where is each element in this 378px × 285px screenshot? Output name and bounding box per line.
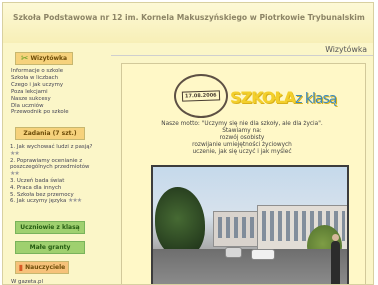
- link-poza-lekcjami[interactable]: Poza lekcjami: [11, 89, 48, 95]
- sidebar-link[interactable]: Informacje o szkole: [11, 68, 69, 75]
- sidebar-link[interactable]: Szkoła w liczbach: [11, 75, 69, 82]
- task-stars: ★★: [10, 149, 20, 157]
- motto-line: uczenie, jak się uczyć i jak myśleć: [192, 149, 292, 155]
- link-informacje[interactable]: Informacje o szkole: [11, 68, 63, 74]
- heading-divider: [111, 55, 373, 56]
- gazeta-link[interactable]: W gazeta.pl: [11, 279, 43, 284]
- task-item[interactable]: 2. Poprawiamy ocenianie z poszczególnych…: [10, 158, 98, 178]
- page-frame: Szkoła Podstawowa nr 12 im. Kornela Maku…: [2, 2, 374, 285]
- content-panel: 17.08.2006 SZKOŁAz klasą Nasze motto: "U…: [121, 63, 366, 284]
- stamp-date: 17.08.2006: [182, 90, 220, 102]
- intro-links: Informacje o szkole Szkoła w liczbach Cz…: [11, 68, 69, 116]
- task-label: 3. Uczeń bada świat: [10, 177, 65, 184]
- link-szkola-w-liczbach[interactable]: Szkoła w liczbach: [11, 75, 58, 81]
- logo-bold: SZKOŁA: [230, 88, 296, 107]
- logo-light: z klasą: [295, 91, 337, 107]
- header: Szkoła Podstawowa nr 12 im. Kornela Maku…: [3, 3, 373, 43]
- granty-label: Małe granty: [29, 244, 71, 251]
- task-label: 4. Praca dla innych: [10, 184, 62, 191]
- car-1: [251, 249, 275, 260]
- task-stars: ★★★: [68, 197, 82, 205]
- task-label: 1. Jak wychować ludzi z pasją?: [10, 144, 93, 150]
- school-photo: [151, 165, 349, 284]
- task-item[interactable]: 6. Jak uczymy języka ★★★: [10, 197, 98, 205]
- link-przewodnik[interactable]: Przewodnik po szkole: [11, 109, 69, 115]
- task-item[interactable]: 4. Praca dla innych: [10, 185, 98, 192]
- link-czego-i-jak-uczymy[interactable]: Czego i jak uczymy: [11, 82, 63, 88]
- motto-line: rozwój osobisty: [219, 135, 265, 141]
- task-label: 2. Poprawiamy ocenianie z poszczególnych…: [10, 157, 90, 171]
- book-icon: ▮: [18, 263, 24, 272]
- sidebar: ✂ Wizytówka Informacje o szkole Szkoła w…: [3, 47, 103, 284]
- page-heading: Wizytówka: [325, 45, 367, 54]
- motto-line: rozwijanie umiejętności życiowych: [192, 142, 292, 148]
- zadania-section[interactable]: Zadania (7 szt.): [15, 127, 85, 140]
- building-left: [213, 211, 260, 247]
- uczniowie-section[interactable]: Uczniowie z klasą: [15, 221, 85, 234]
- scissors-icon: ✂: [20, 53, 29, 64]
- wizytowka-label: Wizytówka: [30, 55, 68, 62]
- task-list: 1. Jak wychować ludzi z pasją? ★★ 2. Pop…: [10, 144, 98, 205]
- task-label: 6. Jak uczymy języka: [10, 198, 67, 205]
- sidebar-link[interactable]: Przewodnik po szkole: [11, 109, 69, 116]
- granty-section[interactable]: Małe granty: [15, 241, 85, 254]
- nauczyciele-label: Nauczyciele: [25, 264, 66, 271]
- site-title: Szkoła Podstawowa nr 12 im. Kornela Maku…: [13, 13, 365, 22]
- link-gazeta[interactable]: W gazeta.pl: [11, 279, 43, 284]
- stamp-logo: 17.08.2006: [174, 74, 228, 118]
- link-dla-uczniow[interactable]: Dla uczniów: [11, 103, 44, 109]
- motto-line: Nasze motto: "Uczymy się nie dla szkoły,…: [161, 121, 323, 127]
- road: [153, 249, 347, 284]
- person: [331, 234, 340, 284]
- sidebar-link[interactable]: Czego i jak uczymy: [11, 82, 69, 89]
- sidebar-link[interactable]: Poza lekcjami: [11, 89, 69, 96]
- zadania-label: Zadania (7 szt.): [23, 130, 77, 137]
- task-label: 5. Szkoła bez przemocy: [10, 191, 74, 198]
- sidebar-link[interactable]: Nasze sukcesy: [11, 96, 69, 103]
- link-nasze-sukcesy[interactable]: Nasze sukcesy: [11, 96, 51, 102]
- nauczyciele-section[interactable]: ▮ Nauczyciele: [15, 261, 69, 274]
- sidebar-link[interactable]: Dla uczniów: [11, 103, 69, 110]
- tree-shape: [155, 187, 205, 257]
- task-stars: ★★: [10, 170, 20, 178]
- wizytowka-section[interactable]: ✂ Wizytówka: [15, 52, 73, 65]
- task-item[interactable]: 3. Uczeń bada świat: [10, 178, 98, 185]
- motto-block: Nasze motto: "Uczymy się nie dla szkoły,…: [142, 121, 342, 156]
- task-item[interactable]: 1. Jak wychować ludzi z pasją? ★★: [10, 144, 98, 158]
- motto-line: Stawiamy na:: [222, 128, 262, 134]
- program-logo: SZKOŁAz klasą: [230, 88, 337, 107]
- uczniowie-label: Uczniowie z klasą: [20, 224, 80, 231]
- car-2: [225, 247, 242, 258]
